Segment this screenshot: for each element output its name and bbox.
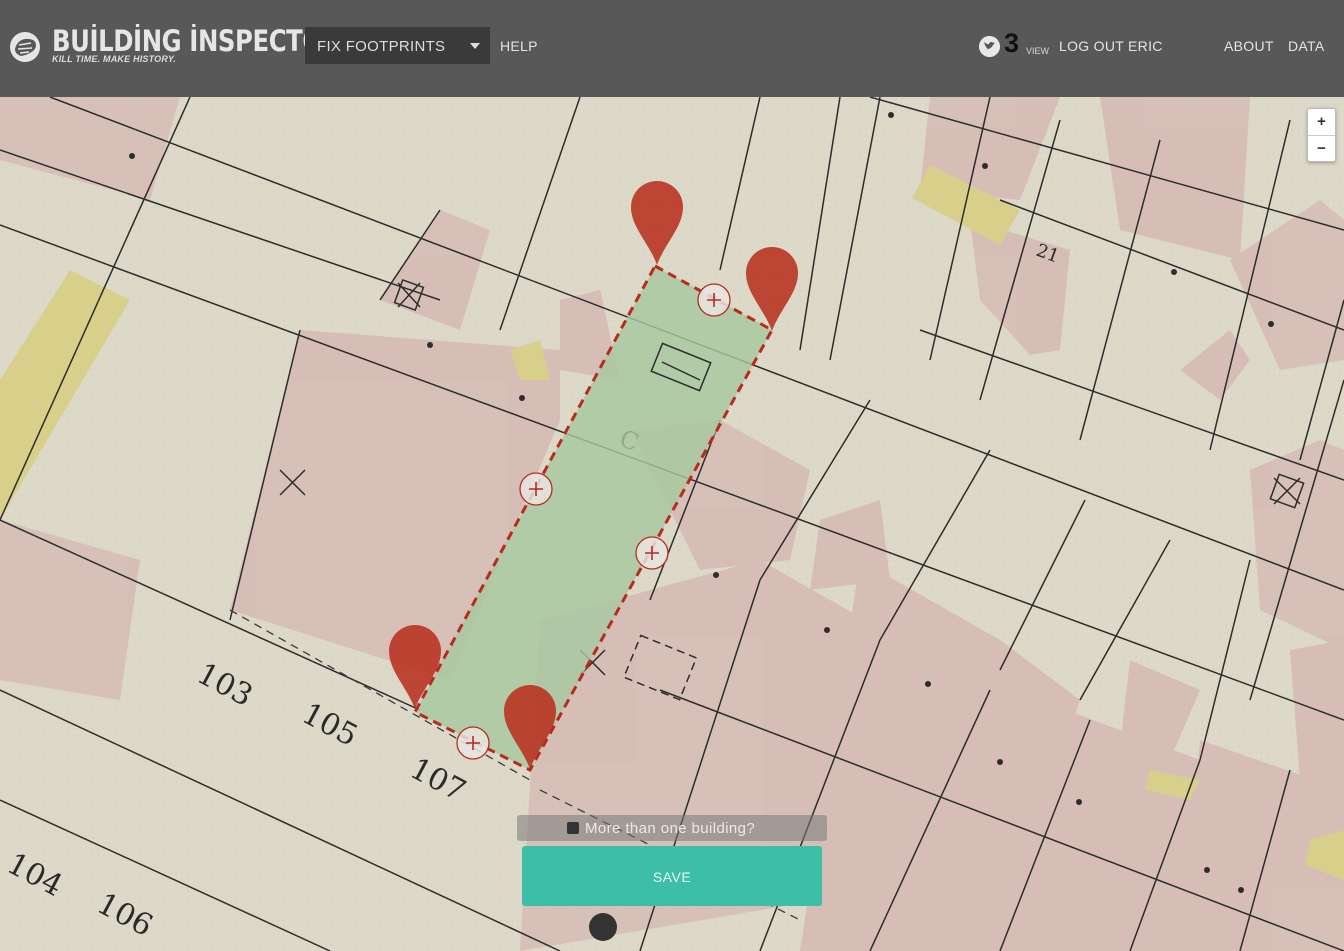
task-dropdown-value: FIX FOOTPRINTS: [317, 38, 446, 55]
top-bar: BUİLDİNG İNSPECTOR KILL TIME. MAKE HISTO…: [0, 0, 1344, 97]
data-link[interactable]: DATA: [1288, 38, 1324, 54]
zoom-control: + −: [1307, 108, 1336, 162]
chevron-down-icon: [470, 43, 480, 49]
multiple-buildings-label[interactable]: More than one building?: [585, 820, 755, 837]
add-vertex-handle[interactable]: [696, 282, 732, 318]
multiple-buildings-checkbox[interactable]: [567, 822, 579, 834]
add-vertex-handle[interactable]: [634, 535, 670, 571]
vertex-pin-marker-icon[interactable]: [629, 179, 685, 267]
add-vertex-handle[interactable]: [518, 471, 554, 507]
logout-link[interactable]: LOG OUT ERIC: [1059, 38, 1163, 54]
view-score-link[interactable]: VIEW: [1026, 46, 1049, 56]
save-button[interactable]: SAVE: [522, 846, 822, 906]
zoom-out-button[interactable]: −: [1308, 136, 1335, 162]
app-tagline: KILL TIME. MAKE HISTORY.: [52, 54, 176, 64]
app-title[interactable]: BUİLDİNG İNSPECTOR: [52, 24, 341, 58]
twitter-bird-icon[interactable]: [979, 36, 1000, 57]
task-dropdown[interactable]: FIX FOOTPRINTS: [305, 27, 490, 64]
zoom-in-button[interactable]: +: [1308, 109, 1335, 136]
vertex-pin-marker-icon[interactable]: [502, 683, 558, 771]
contribution-count: 3: [1004, 28, 1020, 58]
about-link[interactable]: ABOUT: [1224, 38, 1274, 54]
multiple-buildings-option: More than one building?: [517, 815, 827, 841]
add-vertex-handle[interactable]: [455, 725, 491, 761]
vertex-pin-marker-icon[interactable]: [744, 245, 800, 333]
vertex-pin-marker-icon[interactable]: [387, 623, 443, 711]
library-lion-logo-icon[interactable]: [9, 31, 41, 63]
help-link[interactable]: HELP: [500, 38, 538, 54]
